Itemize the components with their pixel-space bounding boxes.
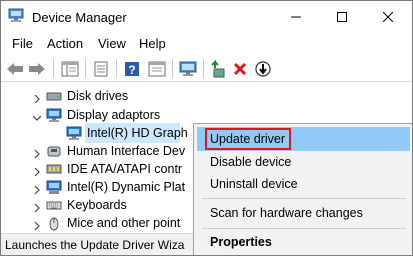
tree-item-label: Disk drives <box>67 89 129 103</box>
context-menu: Update driver Disable device Uninstall d… <box>193 123 412 255</box>
tree-item-label: Intel(R) Dynamic Plat <box>67 180 186 194</box>
menu-item-properties[interactable]: Properties <box>210 235 272 249</box>
status-text: Launches the Update Driver Wiza <box>5 238 185 252</box>
close-button[interactable] <box>365 1 411 32</box>
menu-item-uninstall-device[interactable]: Uninstall device <box>210 177 298 191</box>
disk-drive-icon <box>46 88 62 104</box>
device-manager-window: Device Manager File Action View Help ? D… <box>0 0 413 256</box>
maximize-button[interactable] <box>319 1 365 32</box>
system-device-icon <box>46 179 62 195</box>
chevron-right-icon[interactable] <box>33 147 41 159</box>
display-adapter-icon <box>66 125 82 141</box>
toolbar: ? <box>1 55 412 82</box>
chevron-down-icon[interactable] <box>32 111 42 121</box>
menu-view[interactable]: View <box>98 36 126 51</box>
tree-item-label: Keyboards <box>67 198 127 212</box>
tree-item-label: Mice and other point <box>67 216 181 230</box>
help-icon[interactable]: ? <box>122 59 142 79</box>
chevron-right-icon[interactable] <box>33 219 41 231</box>
menu-item-update-driver[interactable]: Update driver <box>210 132 285 146</box>
tree-item-label: Intel(R) HD Graph <box>87 126 188 140</box>
chevron-right-icon[interactable] <box>33 92 41 104</box>
minimize-button[interactable] <box>273 1 319 32</box>
chevron-right-icon[interactable] <box>33 183 41 195</box>
keyboard-icon <box>46 197 62 213</box>
display-adapter-icon <box>46 107 62 123</box>
human-interface-device-icon <box>46 143 62 159</box>
chevron-right-icon[interactable] <box>33 201 41 213</box>
tree-item-disk-drives[interactable]: Disk drives <box>1 86 412 106</box>
svg-text:?: ? <box>128 63 135 77</box>
menu-separator <box>202 228 406 229</box>
monitor-scan-icon[interactable] <box>178 59 198 79</box>
uninstall-device-icon[interactable] <box>230 59 250 79</box>
tree-item-display-adaptors[interactable]: Display adaptors <box>1 105 412 125</box>
menu-item-disable-device[interactable]: Disable device <box>210 155 291 169</box>
back-arrow-icon[interactable] <box>5 59 25 79</box>
forward-arrow-icon[interactable] <box>27 59 47 79</box>
chevron-right-icon[interactable] <box>33 165 41 177</box>
menu-bar: File Action View Help <box>1 32 412 54</box>
console-list-icon[interactable] <box>147 59 167 79</box>
tree-item-label: Human Interface Dev <box>67 144 186 158</box>
update-driver-icon[interactable] <box>208 59 228 79</box>
device-manager-icon <box>8 8 25 23</box>
tree-item-label: IDE ATA/ATAPI contr <box>67 162 183 176</box>
mouse-icon <box>46 215 62 231</box>
ide-controller-icon <box>46 161 62 177</box>
menu-file[interactable]: File <box>12 36 33 51</box>
title-bar: Device Manager <box>1 1 412 32</box>
menu-help[interactable]: Help <box>139 36 166 51</box>
menu-item-scan-for-hardware-changes[interactable]: Scan for hardware changes <box>210 206 363 220</box>
tree-item-label: Display adaptors <box>67 108 161 122</box>
properties-sheet-icon[interactable] <box>91 59 111 79</box>
window-title: Device Manager <box>32 10 127 25</box>
disable-device-icon[interactable] <box>253 59 273 79</box>
show-hide-console-tree-icon[interactable] <box>60 59 80 79</box>
menu-action[interactable]: Action <box>47 36 83 51</box>
menu-separator <box>202 198 406 199</box>
